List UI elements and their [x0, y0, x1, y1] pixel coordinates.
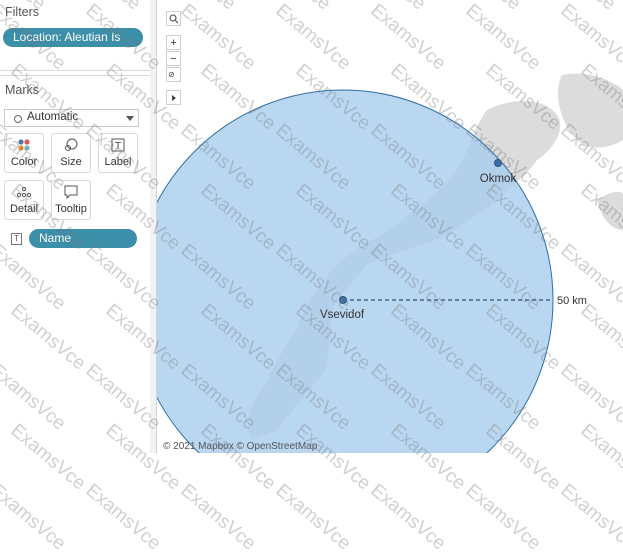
watermark-text: ExamsVce [556, 480, 623, 555]
section-divider [0, 75, 150, 76]
watermark-text: ExamsVce [176, 480, 260, 555]
panel-splitter[interactable] [150, 0, 157, 453]
size-icon [52, 137, 90, 153]
color-dots-icon [5, 137, 43, 153]
okmok-point [494, 159, 502, 167]
radius-label: 50 km [557, 295, 587, 307]
mark-type-dropdown[interactable]: Automatic [4, 109, 139, 127]
okmok-label: Okmok [480, 173, 517, 185]
filter-pill-location[interactable]: Location: Aleutian Is [3, 28, 143, 47]
detail-icon [5, 184, 43, 200]
map-view[interactable]: Okmok Vsevidof 50 km © 2021 Mapbox © Ope… [157, 0, 623, 453]
chevron-down-icon [126, 116, 134, 121]
filters-title: Filters [5, 5, 40, 19]
tooltip-icon [52, 184, 90, 200]
text-field-icon: T [11, 233, 22, 245]
vsevidof-label: Vsevidof [320, 309, 365, 321]
color-label: Color [10, 156, 38, 168]
search-icon[interactable] [166, 11, 181, 26]
label-icon: T [99, 137, 137, 153]
vsevidof-point [339, 296, 347, 304]
watermark-text: ExamsVce [271, 480, 355, 555]
map-attribution: © 2021 Mapbox © OpenStreetMap [163, 441, 318, 452]
detail-button[interactable]: Detail [4, 180, 44, 220]
circle-mark-icon [14, 115, 22, 123]
left-panel: Filters Location: Aleutian Is Marks Auto… [0, 0, 151, 453]
color-button[interactable]: Color [4, 133, 44, 173]
tooltip-button[interactable]: Tooltip [51, 180, 91, 220]
watermark-text: ExamsVce [366, 480, 450, 555]
watermark-text: ExamsVce [81, 480, 165, 555]
svg-text:⊘: ⊘ [168, 70, 175, 79]
detail-label: Detail [9, 203, 39, 215]
size-button[interactable]: Size [51, 133, 91, 173]
zoom-in-icon[interactable]: + [166, 35, 181, 50]
section-divider [0, 70, 150, 71]
mark-type-value: Automatic [27, 111, 79, 123]
size-label: Size [60, 156, 82, 168]
label-button[interactable]: T Label [98, 133, 138, 173]
name-field-pill[interactable]: Name [29, 229, 137, 248]
svg-text:T: T [114, 141, 122, 152]
reset-zoom-icon[interactable]: ⊘ [166, 67, 181, 82]
label-label: Label [104, 156, 132, 168]
zoom-out-icon[interactable]: − [166, 51, 181, 66]
expand-arrow-icon[interactable] [166, 90, 181, 105]
watermark-text: ExamsVce [461, 480, 545, 555]
watermark-text: ExamsVce [0, 480, 70, 555]
marks-title: Marks [5, 83, 40, 97]
tooltip-label: Tooltip [55, 203, 87, 215]
